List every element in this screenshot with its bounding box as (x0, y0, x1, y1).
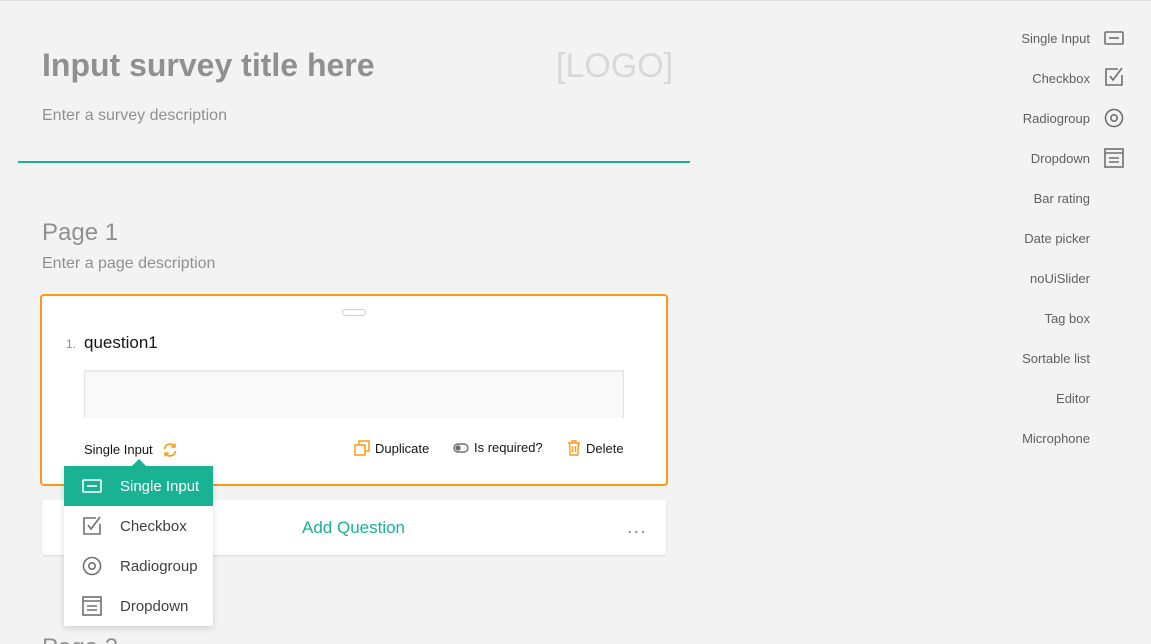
toolbox-item-single-input[interactable]: Single Input (960, 28, 1090, 48)
checkbox-icon[interactable] (1103, 66, 1125, 88)
dropdown-icon[interactable] (1103, 147, 1125, 169)
dropdown-item-checkbox[interactable]: Checkbox (64, 506, 213, 546)
toolbox-item-label: Date picker (1024, 230, 1090, 246)
logo-placeholder[interactable]: [LOGO] (556, 47, 673, 86)
toolbox-item-label: Dropdown (1030, 150, 1090, 166)
question-type-selector[interactable]: Single Input (84, 442, 153, 457)
toolbox-item-radiogroup[interactable]: Radiogroup (960, 108, 1090, 128)
page-title[interactable]: Page 1 (42, 219, 118, 247)
dropdown-item-label: Checkbox (120, 517, 187, 535)
is-required-label: Is required? (474, 440, 543, 455)
toolbox-item-tag-box[interactable]: Tag box (960, 308, 1090, 328)
duplicate-button[interactable]: Duplicate (354, 440, 429, 456)
survey-description[interactable]: Enter a survey description (42, 107, 227, 125)
duplicate-icon (354, 440, 370, 456)
toolbox-item-label: Single Input (1021, 30, 1090, 46)
header-divider (18, 161, 690, 163)
drag-handle-icon[interactable] (342, 309, 366, 316)
toolbox-item-sortable-list[interactable]: Sortable list (960, 348, 1090, 368)
question-card[interactable]: 1. question1 Single Input Duplicate Is r… (40, 294, 668, 486)
toolbox-item-label: noUiSlider (1030, 270, 1090, 286)
dropdown-item-radiogroup[interactable]: Radiogroup (64, 546, 213, 586)
dropdown-item-label: Radiogroup (120, 557, 198, 575)
top-border (0, 0, 1151, 1)
toolbox-item-dropdown[interactable]: Dropdown (960, 148, 1090, 168)
toggle-icon (453, 442, 469, 453)
toolbox-item-editor[interactable]: Editor (960, 388, 1090, 408)
page-description[interactable]: Enter a page description (42, 255, 215, 273)
toolbox-item-label: Sortable list (1022, 350, 1090, 366)
question-type-dropdown: Single Input Checkbox Radiogroup Dropdow… (64, 459, 213, 626)
dropdown-item-single-input[interactable]: Single Input (64, 466, 213, 506)
toolbox-item-label: Tag box (1044, 310, 1090, 326)
dropdown-icon (80, 594, 104, 618)
radiogroup-icon[interactable] (1103, 107, 1125, 129)
toolbox-item-label: Bar rating (1033, 190, 1090, 206)
toolbox-item-bar-rating[interactable]: Bar rating (960, 188, 1090, 208)
toolbox-item-label: Radiogroup (1022, 110, 1090, 126)
convert-icon[interactable] (161, 441, 179, 459)
delete-label: Delete (586, 440, 624, 456)
toolbox-item-label: Checkbox (1032, 70, 1090, 86)
is-required-toggle[interactable]: Is required? (453, 440, 543, 455)
question-answer-input[interactable] (84, 370, 624, 418)
add-question-button[interactable]: Add Question (302, 518, 405, 538)
single-input-icon (80, 474, 104, 498)
delete-button[interactable]: Delete (567, 440, 624, 456)
dropdown-item-label: Single Input (120, 477, 200, 495)
question-title[interactable]: question1 (84, 333, 158, 353)
page-2-title[interactable]: Page 2 (42, 634, 118, 644)
trash-icon (568, 440, 580, 456)
checkbox-icon (80, 514, 104, 538)
radiogroup-icon (80, 554, 104, 578)
more-options-icon[interactable]: ... (627, 517, 651, 537)
toolbox-item-label: Editor (1056, 390, 1090, 406)
toolbox-item-label: Microphone (1022, 430, 1090, 446)
duplicate-label: Duplicate (375, 440, 430, 456)
single-input-icon[interactable] (1103, 27, 1125, 49)
survey-title[interactable]: Input survey title here (42, 47, 375, 84)
question-number: 1. (66, 337, 77, 351)
toolbox-item-microphone[interactable]: Microphone (960, 428, 1090, 448)
dropdown-item-dropdown[interactable]: Dropdown (64, 586, 213, 626)
toolbox-item-checkbox[interactable]: Checkbox (960, 68, 1090, 88)
toolbox-item-date-picker[interactable]: Date picker (960, 228, 1090, 248)
toolbox-item-nouislider[interactable]: noUiSlider (960, 268, 1090, 288)
dropdown-item-label: Dropdown (120, 597, 189, 615)
